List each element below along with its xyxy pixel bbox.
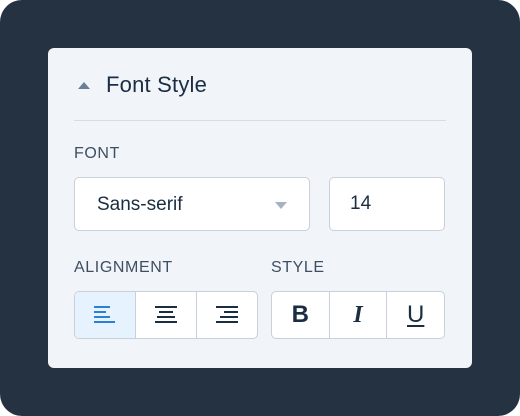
align-left-button[interactable] (75, 292, 135, 338)
font-label: FONT (74, 145, 120, 162)
bold-icon: B (291, 301, 309, 328)
italic-button[interactable]: I (328, 292, 387, 338)
panel-header[interactable]: Font Style (48, 48, 472, 120)
font-family-value: Sans-serif (97, 194, 183, 215)
align-right-icon (216, 306, 238, 324)
divider (74, 120, 446, 121)
bold-button[interactable]: B (272, 292, 329, 338)
align-left-icon (94, 306, 116, 324)
align-center-icon (155, 306, 177, 324)
underline-button[interactable]: U (386, 292, 444, 338)
style-button-group: B I U (271, 291, 445, 339)
font-size-input[interactable] (329, 177, 445, 231)
panel-title: Font Style (106, 72, 208, 97)
style-label: STYLE (271, 259, 325, 276)
alignment-label: ALIGNMENT (74, 259, 173, 276)
chevron-down-icon (275, 202, 287, 209)
align-right-button[interactable] (196, 292, 257, 338)
app-frame: Font Style FONT Sans-serif ALIGNMENT STY… (0, 0, 520, 416)
underline-icon: U (407, 301, 425, 328)
alignment-button-group (74, 291, 258, 339)
italic-icon: I (353, 301, 363, 328)
font-family-select[interactable]: Sans-serif (74, 177, 310, 231)
chevron-up-icon[interactable] (78, 82, 90, 89)
font-style-panel: Font Style FONT Sans-serif ALIGNMENT STY… (48, 48, 472, 368)
align-center-button[interactable] (135, 292, 196, 338)
